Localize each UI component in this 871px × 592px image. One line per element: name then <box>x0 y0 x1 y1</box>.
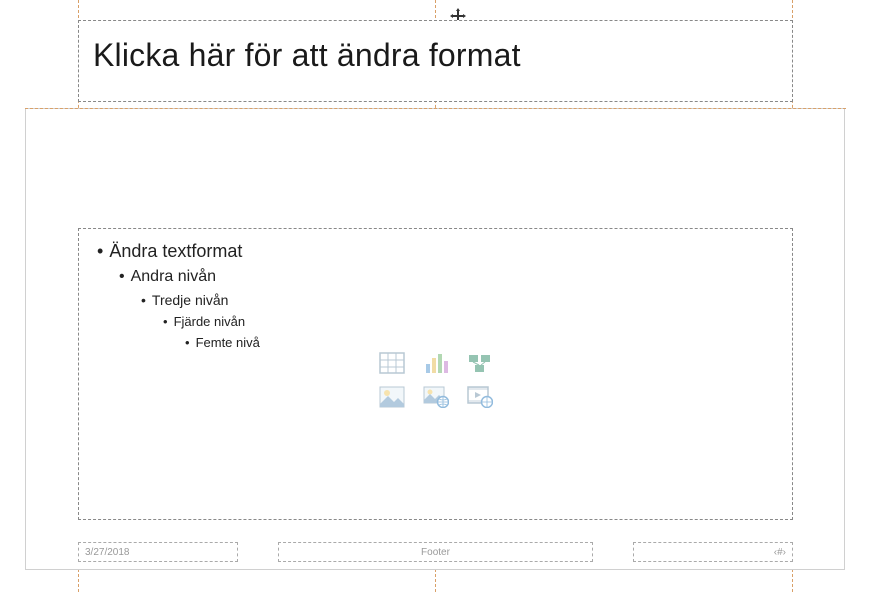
bullet-level-5[interactable]: Femte nivå <box>185 335 778 350</box>
slide-number-text: ‹#› <box>774 547 786 558</box>
bullet-level-4[interactable]: Fjärde nivån <box>163 314 778 329</box>
footer-text: Footer <box>421 547 450 558</box>
bullet-level-3[interactable]: Tredje nivån <box>141 292 778 308</box>
bullet-level-2[interactable]: Andra nivån <box>119 268 778 286</box>
footer-row: 3/27/2018 Footer ‹#› <box>78 542 793 562</box>
insert-chart-icon[interactable] <box>418 349 454 377</box>
title-text[interactable]: Klicka här för att ändra format <box>93 37 778 74</box>
guide-horizontal-top <box>25 108 846 109</box>
insert-picture-icon[interactable] <box>374 383 410 411</box>
insert-table-icon[interactable] <box>374 349 410 377</box>
content-placeholder[interactable]: Ändra textformat Andra nivån Tredje nivå… <box>78 228 793 520</box>
insert-smartart-icon[interactable] <box>462 349 498 377</box>
footer-placeholder[interactable]: Footer <box>278 542 593 562</box>
title-placeholder[interactable]: Klicka här för att ändra format <box>78 20 793 102</box>
bullet-list[interactable]: Ändra textformat Andra nivån Tredje nivå… <box>93 241 778 350</box>
insert-online-picture-icon[interactable] <box>418 383 454 411</box>
date-text: 3/27/2018 <box>85 547 130 558</box>
date-placeholder[interactable]: 3/27/2018 <box>78 542 238 562</box>
content-icon-grid <box>374 349 498 411</box>
insert-video-icon[interactable] <box>462 383 498 411</box>
bullet-level-1[interactable]: Ändra textformat <box>97 241 778 262</box>
slide-number-placeholder[interactable]: ‹#› <box>633 542 793 562</box>
